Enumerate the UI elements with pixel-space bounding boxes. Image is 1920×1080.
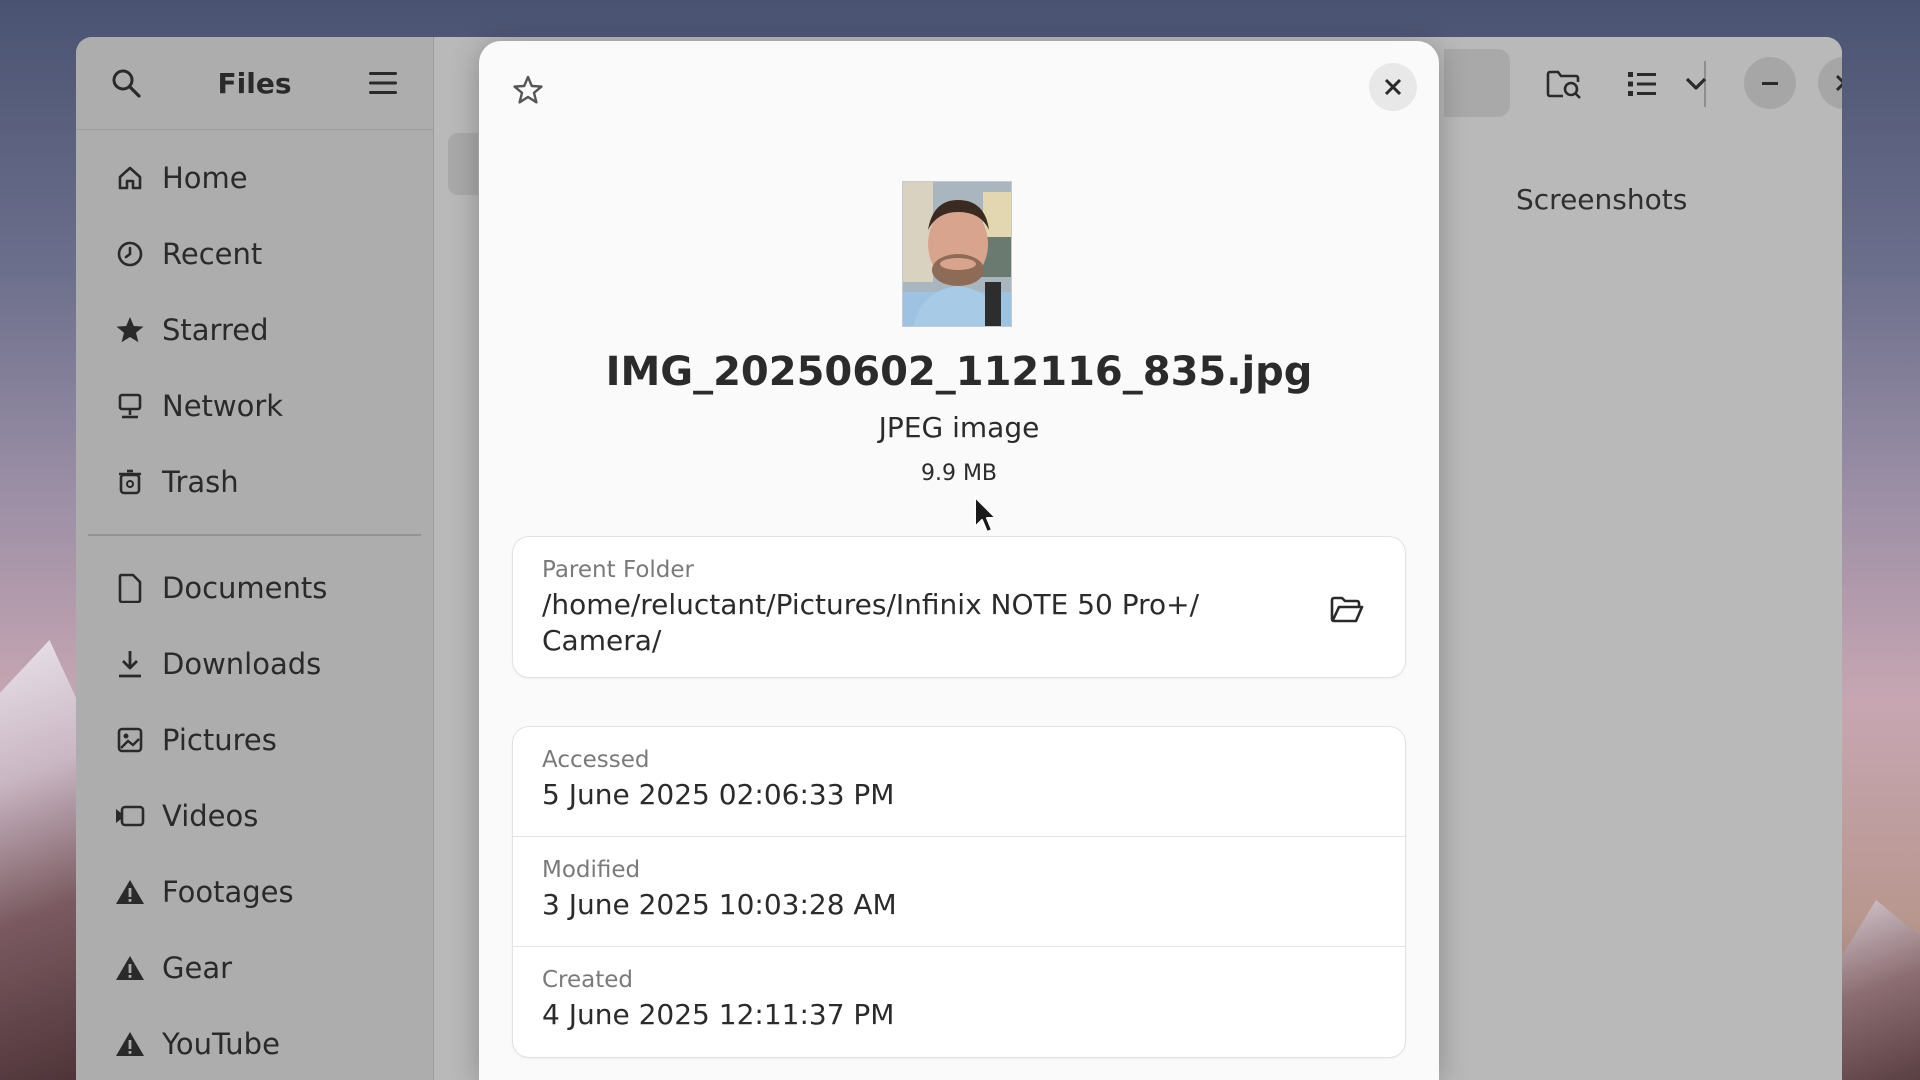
star-icon: [114, 314, 146, 346]
chevron-down-icon[interactable]: [1673, 61, 1719, 107]
date-row-accessed: Accessed 5 June 2025 02:06:33 PM: [513, 727, 1405, 837]
sidebar-item-trash[interactable]: Trash: [76, 444, 433, 520]
sidebar-item-label: Documents: [162, 571, 328, 605]
sidebar-item-youtube[interactable]: YouTube: [76, 1006, 433, 1080]
star-file-icon[interactable]: [505, 67, 551, 113]
sidebar-item-label: Starred: [162, 313, 269, 347]
date-value: 4 June 2025 12:11:37 PM: [542, 998, 895, 1031]
file-name: IMG_20250602_112116_835.jpg: [605, 349, 1313, 395]
sidebar: Files Home Recent Starred Network Trash …: [76, 37, 434, 1080]
properties-dialog: IMG_20250602_112116_835.jpg JPEG image 9…: [479, 41, 1439, 1080]
sidebar-item-documents[interactable]: Documents: [76, 550, 433, 626]
sidebar-places: Home Recent Starred Network Trash Docume…: [76, 130, 433, 1080]
open-folder-icon[interactable]: [1325, 587, 1369, 631]
dates-card: Accessed 5 June 2025 02:06:33 PM Modifie…: [513, 727, 1405, 1057]
sidebar-item-label: Videos: [162, 799, 259, 833]
minimize-button[interactable]: [1744, 57, 1796, 109]
sidebar-item-network[interactable]: Network: [76, 368, 433, 444]
file-thumbnail: [902, 181, 1012, 327]
path-bar[interactable]: [1444, 49, 1510, 117]
parent-folder-label: Parent Folder: [542, 557, 695, 583]
dialog-close-button[interactable]: [1369, 63, 1417, 111]
home-icon: [114, 162, 146, 194]
sidebar-item-label: YouTube: [162, 1027, 280, 1061]
file-type: JPEG image: [878, 411, 1040, 444]
sidebar-header: Files: [76, 37, 433, 130]
sidebar-item-label: Downloads: [162, 647, 322, 681]
sidebar-item-label: Network: [162, 389, 284, 423]
list-view-icon[interactable]: [1619, 61, 1665, 107]
sidebar-item-label: Footages: [162, 875, 294, 909]
file-size: 9.9 MB: [920, 461, 998, 486]
sidebar-item-label: Pictures: [162, 723, 277, 757]
main-menu-icon[interactable]: [363, 63, 403, 103]
parent-folder-card: Parent Folder /home/reluctant/Pictures/I…: [513, 537, 1405, 677]
picture-icon: [114, 724, 146, 756]
sidebar-item-videos[interactable]: Videos: [76, 778, 433, 854]
date-value: 5 June 2025 02:06:33 PM: [542, 778, 895, 811]
sidebar-item-starred[interactable]: Starred: [76, 292, 433, 368]
sidebar-item-gear[interactable]: Gear: [76, 930, 433, 1006]
recent-icon: [114, 238, 146, 270]
sidebar-item-recent[interactable]: Recent: [76, 216, 433, 292]
date-value: 3 June 2025 10:03:28 AM: [542, 888, 897, 921]
app-title: Files: [217, 66, 292, 100]
warning-icon: [114, 952, 146, 984]
date-label: Created: [542, 967, 634, 993]
sidebar-item-home[interactable]: Home: [76, 140, 433, 216]
sidebar-item-label: Trash: [162, 465, 239, 499]
search-folder-icon[interactable]: [1541, 61, 1587, 107]
network-icon: [114, 390, 146, 422]
window-close-button[interactable]: [1818, 57, 1842, 109]
search-icon[interactable]: [106, 63, 146, 103]
date-label: Modified: [542, 857, 641, 883]
sidebar-item-label: Gear: [162, 951, 233, 985]
parent-folder-path: /home/reluctant/Pictures/Infinix NOTE 50…: [542, 588, 1200, 657]
date-row-created: Created 4 June 2025 12:11:37 PM: [513, 947, 1405, 1057]
mouse-pointer-icon: [973, 495, 999, 535]
sidebar-item-pictures[interactable]: Pictures: [76, 702, 433, 778]
warning-icon: [114, 876, 146, 908]
date-label: Accessed: [542, 747, 650, 773]
download-icon: [114, 648, 146, 680]
folder-item-label[interactable]: Screenshots: [1516, 183, 1687, 216]
trash-icon: [114, 466, 146, 498]
back-button[interactable]: [448, 133, 478, 195]
sidebar-separator: [88, 534, 421, 536]
sidebar-item-label: Home: [162, 161, 248, 195]
date-row-modified: Modified 3 June 2025 10:03:28 AM: [513, 837, 1405, 947]
warning-icon: [114, 1028, 146, 1060]
sidebar-item-label: Recent: [162, 237, 263, 271]
sidebar-item-downloads[interactable]: Downloads: [76, 626, 433, 702]
video-icon: [114, 800, 146, 832]
document-icon: [114, 572, 146, 604]
sidebar-item-footages[interactable]: Footages: [76, 854, 433, 930]
